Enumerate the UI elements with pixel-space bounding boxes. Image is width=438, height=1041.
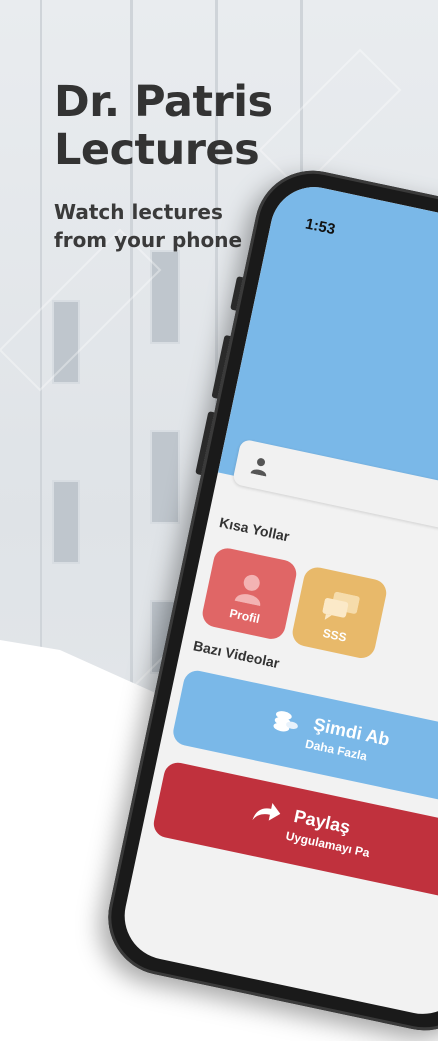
videos-label: Bazı Videolar bbox=[191, 637, 281, 672]
user-icon bbox=[250, 458, 267, 477]
shortcuts-label: Kısa Yollar bbox=[218, 514, 291, 545]
hero-title-line2: Lectures bbox=[54, 125, 260, 175]
hero-title-line1: Dr. Patris bbox=[54, 77, 273, 127]
profile-tile-label: Profil bbox=[228, 606, 262, 627]
coins-icon bbox=[273, 711, 298, 732]
user-icon bbox=[234, 574, 261, 607]
hero-subtitle-line2: from your phone bbox=[54, 228, 243, 252]
faq-tile-label: SSS bbox=[321, 625, 348, 645]
chat-icon bbox=[322, 591, 360, 620]
share-arrow-icon bbox=[252, 802, 281, 821]
hero-title: Dr. Patris Lectures bbox=[54, 78, 273, 174]
profile-tile-button[interactable]: Profil bbox=[200, 545, 299, 642]
hero-subtitle-line1: Watch lectures bbox=[54, 200, 223, 224]
faq-tile-button[interactable]: SSS bbox=[290, 564, 389, 661]
hero-subtitle: Watch lectures from your phone bbox=[54, 198, 242, 254]
